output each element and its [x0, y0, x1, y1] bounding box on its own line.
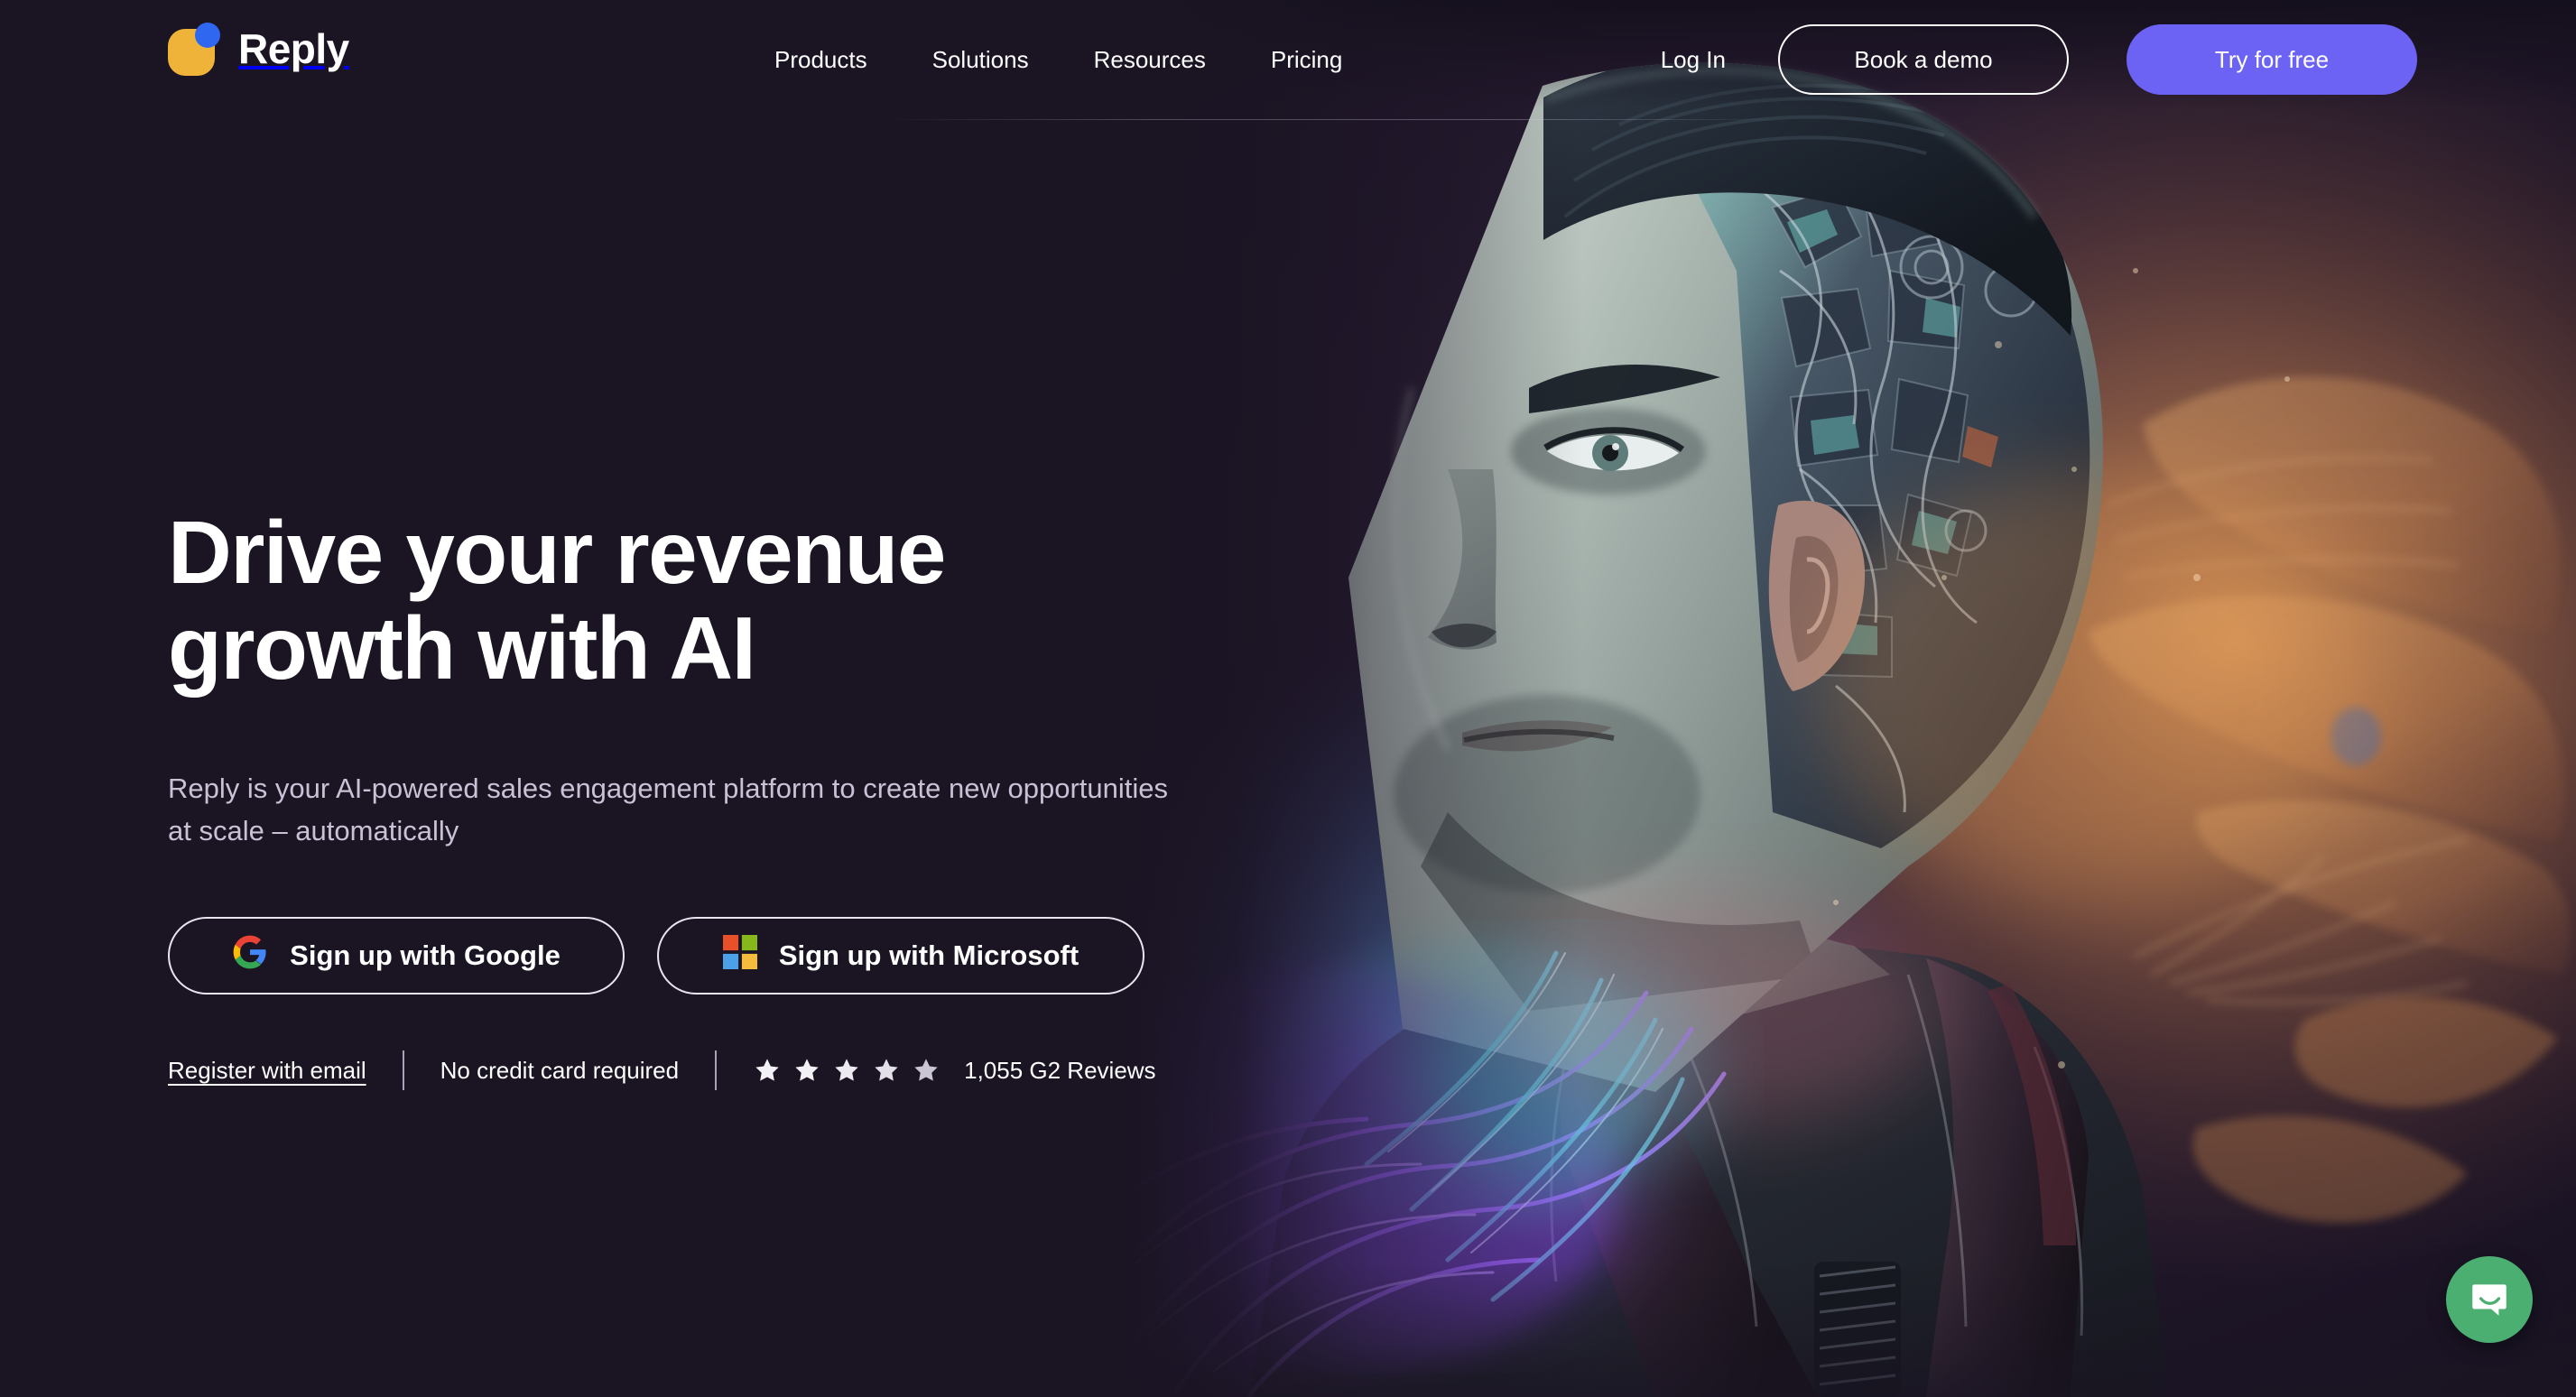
header-divider	[885, 119, 1787, 120]
register-with-email-link[interactable]: Register with email	[168, 1059, 366, 1082]
sign-up-with-microsoft-button[interactable]: Sign up with Microsoft	[657, 916, 1144, 995]
star-icon	[795, 1059, 819, 1081]
signup-buttons-row: Sign up with Google Sign up with Microso…	[168, 916, 1233, 995]
sign-up-google-label: Sign up with Google	[290, 939, 561, 971]
star-icon	[755, 1059, 779, 1081]
no-credit-card-label: No credit card required	[440, 1056, 680, 1084]
google-icon	[232, 934, 268, 977]
star-icon	[914, 1059, 938, 1081]
sign-up-microsoft-label: Sign up with Microsoft	[778, 939, 1080, 971]
microsoft-icon	[722, 934, 757, 976]
chat-launcher-button[interactable]	[2446, 1256, 2533, 1343]
book-a-demo-button[interactable]: Book a demo	[1778, 24, 2069, 95]
chat-bubble-icon	[2467, 1276, 2512, 1324]
nav-item-pricing[interactable]: Pricing	[1271, 39, 1342, 80]
log-in-link[interactable]: Log In	[1661, 48, 1726, 71]
star-rating	[753, 1056, 941, 1085]
hero-meta-row: Register with email No credit card requi…	[168, 1050, 1233, 1090]
reply-logo-icon	[168, 23, 220, 76]
nav-item-resources[interactable]: Resources	[1094, 39, 1206, 80]
site-header: Reply Products Solutions Resources Prici…	[0, 0, 2576, 119]
brand-logo-link[interactable]: Reply	[168, 23, 349, 76]
primary-nav: Products Solutions Resources Pricing	[774, 0, 1342, 119]
try-for-free-button[interactable]: Try for free	[2127, 24, 2417, 95]
header-actions: Log In Book a demo Try for free	[1661, 0, 2417, 119]
star-icon	[875, 1059, 898, 1081]
hero-bottom-fade	[1024, 1262, 2576, 1397]
hero-image	[1024, 0, 2576, 1397]
headline-line-1: Drive your revenue	[168, 503, 946, 602]
g2-reviews-count: 1,055 G2 Reviews	[964, 1056, 1156, 1084]
nav-item-solutions[interactable]: Solutions	[932, 39, 1029, 80]
hero-section: Drive your revenue growth with AI Reply …	[168, 503, 1233, 1090]
sign-up-with-google-button[interactable]: Sign up with Google	[168, 916, 625, 995]
star-icon	[835, 1059, 858, 1081]
brand-name: Reply	[238, 25, 349, 72]
meta-divider-2	[715, 1050, 718, 1090]
nav-item-products[interactable]: Products	[774, 39, 867, 80]
hero-subtitle: Reply is your AI-powered sales engagemen…	[168, 772, 1168, 847]
meta-divider-1	[402, 1050, 404, 1090]
page-root: Reply Products Solutions Resources Prici…	[0, 0, 2576, 1397]
headline-line-2: growth with AI	[168, 597, 756, 698]
page-title: Drive your revenue growth with AI	[168, 503, 1233, 698]
